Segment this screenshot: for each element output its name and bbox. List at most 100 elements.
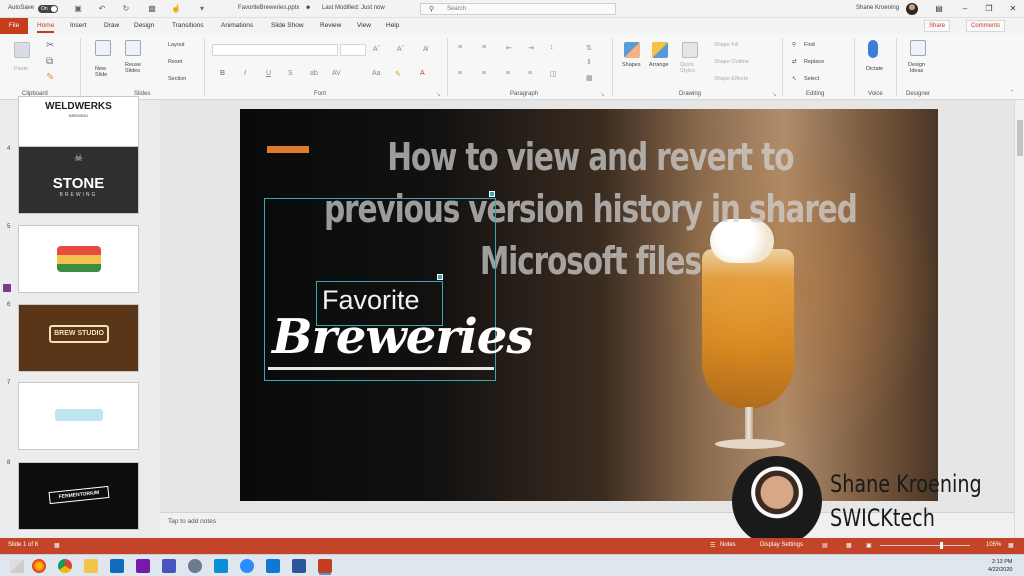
shape-fill-button[interactable]: Shape Fill [714,42,738,48]
zoom-slider[interactable] [880,542,970,549]
display-settings-button[interactable]: Display Settings [760,542,803,548]
current-slide[interactable]: How to view and revert to previous versi… [240,109,938,501]
clear-format-icon[interactable]: A̸ [423,46,428,53]
dictate-label[interactable]: Dictate [866,66,883,72]
design-ideas-label[interactable]: Design Ideas [908,62,925,74]
drawing-launcher-icon[interactable]: ↘ [772,92,777,98]
tab-review[interactable]: Review [320,22,341,29]
cut-icon[interactable]: ✂ [46,40,54,51]
powerpoint-icon[interactable] [318,559,332,573]
bold-icon[interactable]: B [220,70,225,77]
user-name[interactable]: Shane Kroening [856,5,899,11]
slide-thumbnail-5[interactable] [18,225,139,293]
arrange-icon[interactable] [652,42,668,58]
tab-help[interactable]: Help [386,22,399,29]
comment-marker-icon[interactable] [3,284,11,292]
restore-icon[interactable]: ❐ [982,3,996,15]
slide-sorter-icon[interactable]: ▦ [846,542,852,549]
shape-effects-button[interactable]: Shape Effects [714,76,748,82]
design-ideas-icon[interactable] [910,40,926,56]
text-direction-icon[interactable]: ⇅ [586,44,592,52]
shadow-icon[interactable]: ab [310,70,318,77]
tab-view[interactable]: View [357,22,371,29]
paragraph-launcher-icon[interactable]: ↘ [600,92,605,98]
slide-thumbnail-4[interactable]: ☠ STONE BREWING [18,146,139,214]
font-launcher-icon[interactable]: ↘ [436,92,441,98]
zoom-slider-knob[interactable] [940,542,943,549]
align-text-icon[interactable]: ⇕ [586,58,592,66]
close-icon[interactable]: ✕ [1006,3,1020,15]
font-name-select[interactable] [212,44,338,56]
remote-desktop-icon[interactable] [214,559,228,573]
tab-home[interactable]: Home [37,22,55,33]
format-painter-icon[interactable]: ✎ [46,72,54,83]
autosave-toggle[interactable]: On [38,5,58,13]
touch-mode-icon[interactable]: ☝ [170,3,182,15]
tab-animations[interactable]: Animations [221,22,253,29]
zoom-app-icon[interactable] [240,559,254,573]
new-slide-label[interactable]: New Slide [95,66,107,78]
vertical-scrollbar[interactable] [1014,100,1024,538]
highlight-icon[interactable]: ✎ [395,70,401,78]
copy-icon[interactable]: ⧉ [46,56,53,67]
underline-icon[interactable]: U [266,70,271,77]
columns-icon[interactable]: ◫ [550,70,557,78]
font-size-select[interactable] [340,44,366,56]
present-icon[interactable]: ▩ [146,3,158,15]
start-icon[interactable] [10,559,24,573]
find-button[interactable]: Find [804,42,815,48]
slide-thumbnail-7[interactable] [18,382,139,450]
accessibility-icon[interactable]: ▦ [54,542,60,549]
bullets-icon[interactable]: ≡ [458,44,462,51]
reuse-slides-label[interactable]: Reuse Slides [125,62,141,74]
tab-draw[interactable]: Draw [104,22,119,29]
increase-indent-icon[interactable]: ⇥ [528,44,534,52]
app-icon[interactable] [188,559,202,573]
section-button[interactable]: Section [168,76,186,82]
minimize-icon[interactable]: – [958,3,972,15]
justify-icon[interactable]: ≡ [528,70,532,77]
decrease-indent-icon[interactable]: ⇤ [506,44,512,52]
quick-styles-label[interactable]: Quick Styles [680,62,695,74]
select-button[interactable]: Select [804,76,819,82]
comments-button[interactable]: Comments [966,20,1006,32]
word-icon[interactable] [292,559,306,573]
reuse-slides-icon[interactable] [125,40,141,56]
tab-transitions[interactable]: Transitions [172,22,204,29]
decrease-font-icon[interactable]: Aˇ [397,46,404,53]
strikethrough-icon[interactable]: S [288,70,293,77]
slide-thumbnail-6[interactable]: BREW STUDIO [18,304,139,372]
redo-icon[interactable]: ↻ [120,3,132,15]
undo-icon[interactable]: ↶ [96,3,108,15]
last-modified[interactable]: Last Modified: Just now [322,5,385,11]
reset-button[interactable]: Reset [168,59,182,65]
onenote-icon[interactable] [136,559,150,573]
increase-font-icon[interactable]: Aˆ [373,46,380,53]
zoom-level[interactable]: 105% [986,542,1001,548]
ribbon-display-icon[interactable]: ▤ [932,3,946,15]
smartart-icon[interactable]: ▦ [586,74,593,82]
user-avatar[interactable] [906,3,918,15]
shapes-icon[interactable] [624,42,640,58]
chrome-icon[interactable] [58,559,72,573]
slide-thumbnail-8[interactable]: FERMENTORIUM [18,462,139,530]
outlook-icon[interactable] [110,559,124,573]
tab-file[interactable]: File [0,18,28,34]
resize-handle[interactable] [489,191,495,197]
paste-icon[interactable] [14,42,30,58]
numbering-icon[interactable]: ≡ [482,44,486,51]
replace-button[interactable]: Replace [804,59,824,65]
shapes-label[interactable]: Shapes [622,62,641,68]
fit-slide-icon[interactable]: ▦ [1008,542,1014,549]
shape-outline-button[interactable]: Shape Outline [714,59,749,65]
arrange-label[interactable]: Arrange [649,62,669,68]
normal-view-icon[interactable]: ▤ [822,542,828,549]
change-case-icon[interactable]: Aa [372,70,381,77]
file-explorer-icon[interactable] [84,559,98,573]
resize-handle[interactable] [437,274,443,280]
char-spacing-icon[interactable]: AV [332,70,341,77]
font-color-icon[interactable]: A [420,70,425,77]
new-slide-icon[interactable] [95,40,111,56]
share-button[interactable]: Share [924,20,951,32]
notes-button[interactable]: Notes [720,542,736,548]
